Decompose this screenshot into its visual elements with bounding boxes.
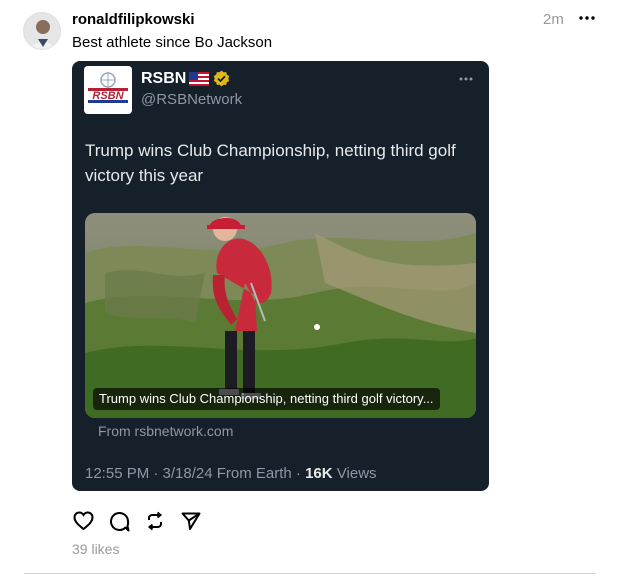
username[interactable]: ronaldfilipkowski (72, 11, 195, 28)
tweet-time-and-client: 12:55 PM · 3/18/24 From Earth · (85, 465, 306, 482)
tweet-link-media[interactable]: Trump wins Club Championship, netting th… (85, 213, 476, 418)
tweet-views-count: 16K (305, 465, 333, 482)
tweet-views-label: Views (332, 465, 377, 482)
more-options-icon[interactable] (578, 9, 596, 27)
post-timestamp: 2m (543, 11, 564, 28)
rsbn-logo: RSBN (84, 66, 132, 114)
send-icon[interactable] (180, 510, 202, 532)
media-title-overlay: Trump wins Club Championship, netting th… (93, 388, 440, 410)
avatar[interactable] (23, 12, 61, 50)
embedded-tweet-card[interactable]: RSBN RSBN @RSBNetwork Trump wins Club Ch… (72, 61, 489, 491)
repost-icon[interactable] (144, 510, 166, 532)
tweet-author-handle[interactable]: @RSBNetwork (141, 91, 242, 108)
tweet-text: Trump wins Club Championship, netting th… (85, 141, 456, 185)
thread-post: ronaldfilipkowski 2m Best athlete since … (0, 0, 619, 581)
likes-count[interactable]: 39 likes (72, 541, 119, 557)
tweet-author-name[interactable]: RSBN (141, 70, 186, 88)
post-caption: Best athlete since Bo Jackson (72, 34, 273, 51)
verified-badge-icon (213, 70, 230, 87)
tweet-meta: 12:55 PM · 3/18/24 From Earth · 16K View… (85, 465, 377, 482)
post-actions (72, 510, 202, 532)
post-divider (24, 573, 596, 574)
tweet-link-source[interactable]: From rsbnetwork.com (98, 423, 233, 439)
tweet-more-icon[interactable] (456, 71, 476, 87)
us-flag-icon (189, 72, 209, 86)
svg-text:RSBN: RSBN (92, 90, 124, 102)
heart-icon[interactable] (72, 510, 94, 532)
comment-icon[interactable] (108, 510, 130, 532)
